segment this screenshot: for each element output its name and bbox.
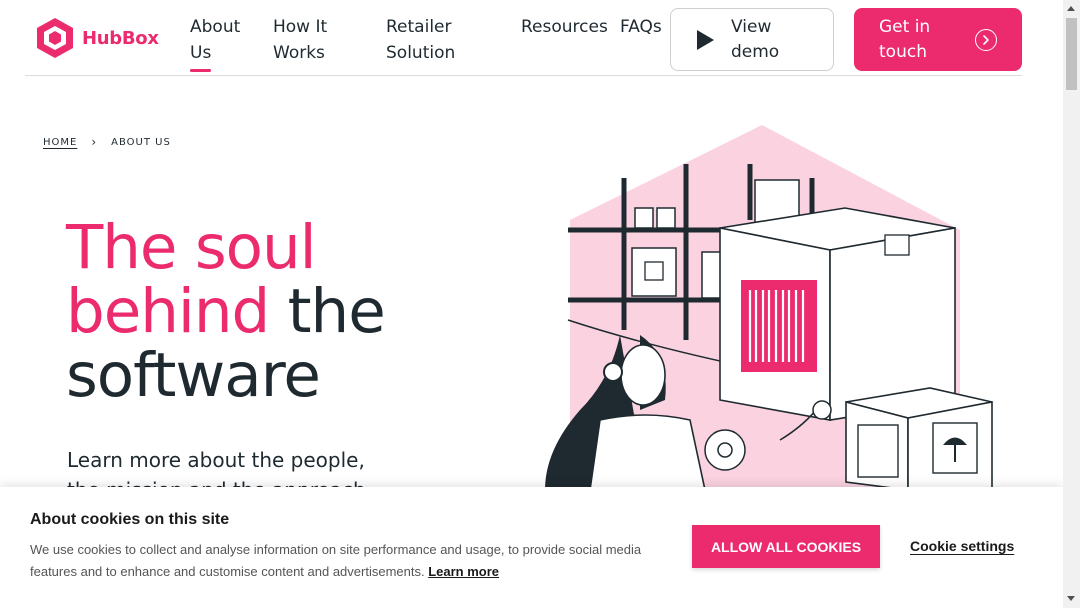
active-indicator bbox=[190, 69, 211, 72]
logo-text: HubBox bbox=[82, 27, 159, 49]
nav-about-us[interactable]: About Us bbox=[190, 14, 240, 72]
view-demo-label: View demo bbox=[731, 15, 791, 65]
hero-title-line2-dark: the bbox=[269, 276, 386, 347]
hubbox-logo[interactable]: HubBox bbox=[34, 16, 159, 60]
view-demo-line2: demo bbox=[731, 41, 780, 62]
get-in-touch-button[interactable]: Get in touch bbox=[854, 8, 1022, 71]
nav-how-it-works[interactable]: How It Works bbox=[273, 14, 327, 66]
view-demo-button[interactable]: View demo bbox=[670, 8, 834, 71]
header-divider bbox=[25, 75, 1022, 76]
nav-resources[interactable]: Resources bbox=[521, 14, 608, 40]
nav-how-it-works-line1: How It bbox=[273, 17, 328, 37]
nav-faqs[interactable]: FAQs bbox=[620, 14, 662, 40]
hubbox-logo-icon bbox=[37, 18, 73, 58]
nav-about-us-line2: Us bbox=[190, 43, 212, 63]
get-in-touch-label: Get in touch bbox=[879, 15, 949, 65]
chevron-right-circle-icon bbox=[975, 28, 997, 51]
get-in-touch-line2: touch bbox=[879, 41, 927, 62]
cookie-title: About cookies on this site bbox=[30, 511, 230, 528]
nav-resources-label: Resources bbox=[521, 17, 608, 37]
nav-how-it-works-line2: Works bbox=[273, 43, 325, 63]
nav-retailer-solution-line1: Retailer bbox=[386, 17, 452, 37]
nav-about-us-line1: About bbox=[190, 17, 241, 37]
cookie-settings-link[interactable]: Cookie settings bbox=[910, 538, 1014, 554]
play-icon bbox=[697, 29, 714, 50]
nav-retailer-solution[interactable]: Retailer Solution bbox=[386, 14, 455, 66]
scroll-thumb[interactable] bbox=[1066, 18, 1077, 90]
page: HubBox About Us How It Works Retailer So… bbox=[0, 0, 1063, 608]
breadcrumb-separator: › bbox=[91, 135, 98, 149]
nav-faqs-label: FAQs bbox=[620, 17, 662, 37]
cookie-description: We use cookies to collect and analyse in… bbox=[30, 539, 670, 583]
hero-title-line3: software bbox=[66, 340, 321, 411]
breadcrumb-home-link[interactable]: HOME bbox=[43, 137, 77, 148]
learn-more-link[interactable]: Learn more bbox=[428, 564, 499, 579]
get-in-touch-line1: Get in bbox=[879, 16, 931, 37]
hero-title: The soul behind the software bbox=[66, 216, 386, 411]
allow-all-cookies-button[interactable]: ALLOW ALL COOKIES bbox=[692, 525, 880, 568]
hero-title-line1: The soul bbox=[66, 212, 317, 283]
hero-illustration bbox=[545, 125, 993, 490]
scroll-up-arrow-icon[interactable] bbox=[1067, 6, 1075, 11]
vertical-scrollbar[interactable] bbox=[1063, 0, 1080, 608]
cookie-description-text: We use cookies to collect and analyse in… bbox=[30, 542, 642, 579]
nav-retailer-solution-line2: Solution bbox=[386, 43, 456, 63]
breadcrumb: HOME › ABOUT US bbox=[43, 135, 171, 149]
breadcrumb-current: ABOUT US bbox=[111, 136, 171, 148]
cookie-banner: About cookies on this site We use cookie… bbox=[0, 487, 1063, 608]
view-demo-line1: View bbox=[731, 16, 772, 37]
hero-title-line2-pink: behind bbox=[66, 276, 270, 347]
scroll-down-arrow-icon[interactable] bbox=[1067, 596, 1075, 601]
